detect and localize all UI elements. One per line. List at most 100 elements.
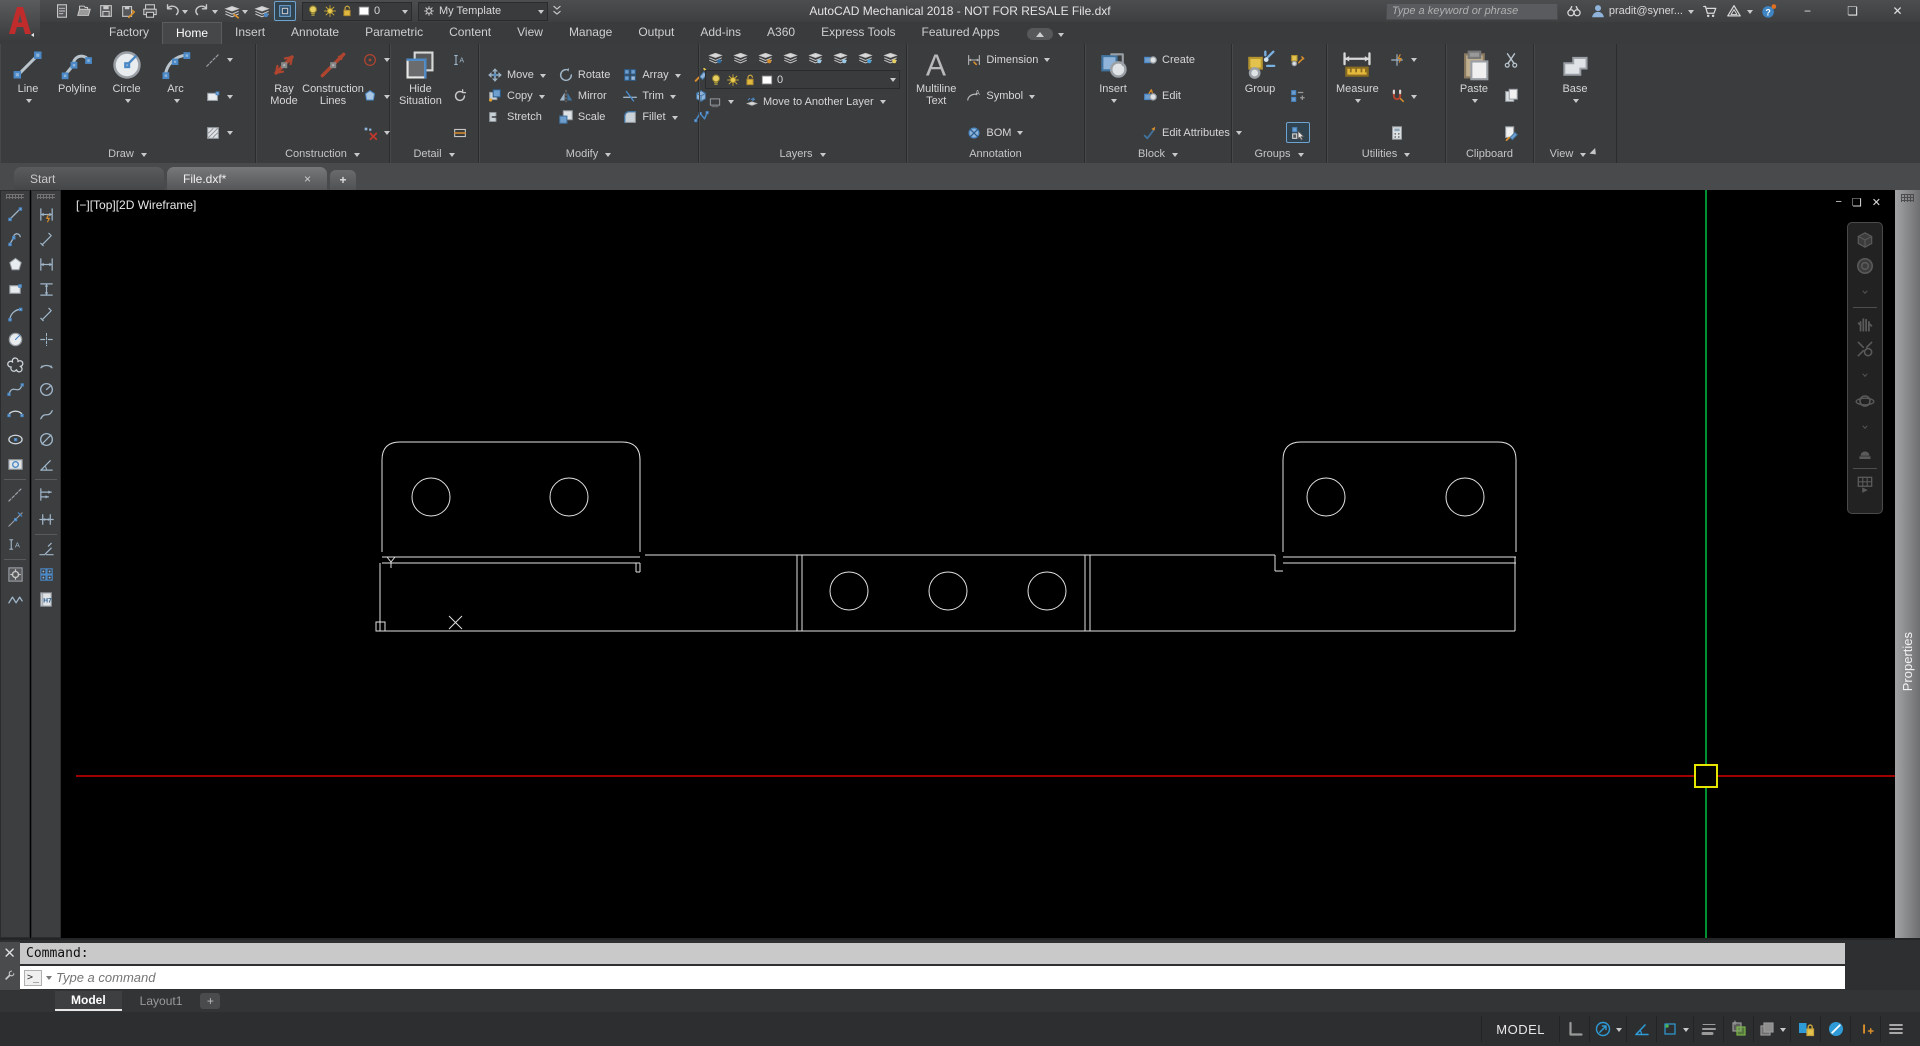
viewcube-button[interactable] [1855, 227, 1875, 253]
selection-cycling-toggle[interactable] [1753, 1016, 1790, 1042]
baseline-dimension-tool[interactable] [33, 482, 59, 507]
panel-label-construction[interactable]: Construction [256, 145, 389, 163]
group-selection-toggle[interactable] [1286, 122, 1310, 143]
move-button[interactable]: Move [484, 65, 549, 86]
snap-mode-toggle[interactable] [1589, 1016, 1626, 1042]
ribbon-tab-a360[interactable]: A360 [754, 22, 808, 44]
cut-button[interactable] [1500, 49, 1522, 70]
paste-button[interactable]: Paste [1451, 47, 1497, 145]
file-tab-active[interactable]: File.dxf* × [167, 167, 327, 190]
layer-previous-button[interactable] [252, 1, 272, 21]
construction-lines-button[interactable]: ConstructionLines [310, 47, 356, 145]
spline-tool[interactable] [2, 377, 28, 402]
ribbon-tab-express-tools[interactable]: Express Tools [808, 22, 908, 44]
polar-tracking-toggle[interactable] [1626, 1016, 1656, 1042]
measure-button[interactable]: Measure [1332, 47, 1383, 145]
circle-tool[interactable] [2, 327, 28, 352]
detail-scale-button[interactable]: A [449, 49, 471, 70]
qat-customize-button[interactable] [548, 1, 566, 21]
ribbon-tab-factory[interactable]: Factory [96, 22, 162, 44]
copy-button[interactable]: Copy [484, 86, 549, 107]
diameter-dimension-tool[interactable] [33, 427, 59, 452]
tolerance-handbook-tool[interactable]: H7 [33, 587, 59, 612]
customization-menu-toggle[interactable] [1880, 1016, 1910, 1042]
panel-label-block[interactable]: Block [1085, 145, 1231, 163]
new-layout-button[interactable]: + [200, 993, 220, 1009]
drawing-canvas[interactable]: [−] [Top] [2D Wireframe] − ❏ ✕ [62, 190, 1895, 938]
toolbar-grip[interactable] [6, 194, 24, 199]
rotate-button[interactable]: Rotate [555, 65, 613, 86]
viewport-restore-icon[interactable]: ❏ [1852, 196, 1862, 209]
search-button[interactable] [1566, 3, 1582, 19]
layer-dropdown-caret[interactable] [890, 78, 896, 85]
power-dimension-tool[interactable] [33, 202, 59, 227]
orbit-menu-caret[interactable] [1859, 414, 1871, 440]
template-dropdown-caret[interactable] [538, 10, 544, 17]
qat-layer-combobox[interactable]: 0 [302, 2, 412, 21]
panel-label-modify[interactable]: Modify [479, 145, 698, 163]
viewport-style-control[interactable]: [2D Wireframe] [116, 198, 197, 212]
save-as-button[interactable] [118, 1, 138, 21]
line-button[interactable]: Line [5, 47, 51, 145]
mirror-button[interactable]: Mirror [555, 86, 613, 107]
stretch-button[interactable]: Stretch [484, 107, 549, 128]
layer-on-icon[interactable] [805, 48, 825, 68]
close-button[interactable]: ✕ [1875, 0, 1920, 22]
layer-dropdown-caret[interactable] [402, 10, 408, 17]
ungroup-button[interactable] [1286, 86, 1310, 107]
object-snap-toggle[interactable] [1656, 1016, 1693, 1042]
arc-dimension-tool[interactable] [33, 352, 59, 377]
application-menu-button[interactable] [0, 0, 40, 42]
ellipse-tool[interactable] [2, 427, 28, 452]
chamfer-dimension-tool[interactable] [33, 537, 59, 562]
quick-calculator-button[interactable] [1386, 122, 1420, 143]
construction-circle-button[interactable] [359, 49, 393, 70]
polyline-tool[interactable] [2, 227, 28, 252]
construction-erase-button[interactable] [359, 122, 393, 143]
wheel-menu-caret[interactable] [1859, 279, 1871, 305]
rectangle-tool[interactable] [2, 277, 28, 302]
command-close-icon[interactable] [3, 946, 17, 960]
polyline-button[interactable]: Polyline [54, 47, 101, 145]
section-button[interactable] [449, 122, 471, 143]
app-store-button[interactable] [1702, 3, 1718, 19]
viewport-close-icon[interactable]: ✕ [1872, 196, 1881, 209]
ribbon-tab-annotate[interactable]: Annotate [278, 22, 352, 44]
panel-label-layers[interactable]: Layers [699, 145, 906, 163]
xline-button[interactable] [202, 49, 236, 70]
panel-label-annotation[interactable]: Annotation [907, 145, 1084, 163]
ribbon-tab-home[interactable]: Home [162, 22, 222, 44]
palette-grip[interactable] [1901, 194, 1914, 202]
bom-button[interactable]: BOM [963, 122, 1053, 143]
ellipse-arc-tool[interactable] [2, 402, 28, 427]
edit-block-button[interactable]: Edit [1139, 86, 1245, 107]
curve-dimension-tool[interactable] [33, 402, 59, 427]
dropdown-caret[interactable] [242, 10, 248, 17]
properties-palette-tab[interactable]: Properties [1895, 190, 1920, 938]
new-tab-button[interactable]: + [330, 170, 356, 190]
create-block-button[interactable]: Create [1139, 49, 1245, 70]
polygon-tool[interactable] [2, 252, 28, 277]
radius-dimension-tool[interactable] [33, 377, 59, 402]
navigation-wheel-button[interactable] [1855, 253, 1875, 279]
dropdown-caret[interactable] [1683, 1028, 1689, 1035]
ribbon-tab-insert[interactable]: Insert [222, 22, 278, 44]
command-input[interactable] [56, 970, 1845, 985]
id-point-button[interactable] [1386, 49, 1420, 70]
zoom-extents-button[interactable] [1855, 336, 1875, 362]
construction-polygon-button[interactable] [359, 86, 393, 107]
start-tab[interactable]: Start [14, 167, 164, 190]
copy-clip-button[interactable] [1500, 86, 1522, 107]
ribbon-tab-view[interactable]: View [504, 22, 556, 44]
fits-list-tool[interactable] [33, 562, 59, 587]
insert-block-button[interactable]: Insert [1090, 47, 1136, 145]
point-tool[interactable] [2, 507, 28, 532]
dropdown-caret[interactable] [212, 10, 218, 17]
showmotion-button[interactable] [1855, 440, 1875, 466]
circle-button[interactable]: Circle [104, 47, 150, 145]
viewport-menu-control[interactable]: [−] [76, 198, 90, 212]
autoscale-toggle[interactable] [1820, 1016, 1850, 1042]
navbar-customize-button[interactable] [1855, 471, 1875, 497]
ribbon-tab-output[interactable]: Output [625, 22, 687, 44]
base-view-button[interactable]: Base [1552, 47, 1598, 145]
